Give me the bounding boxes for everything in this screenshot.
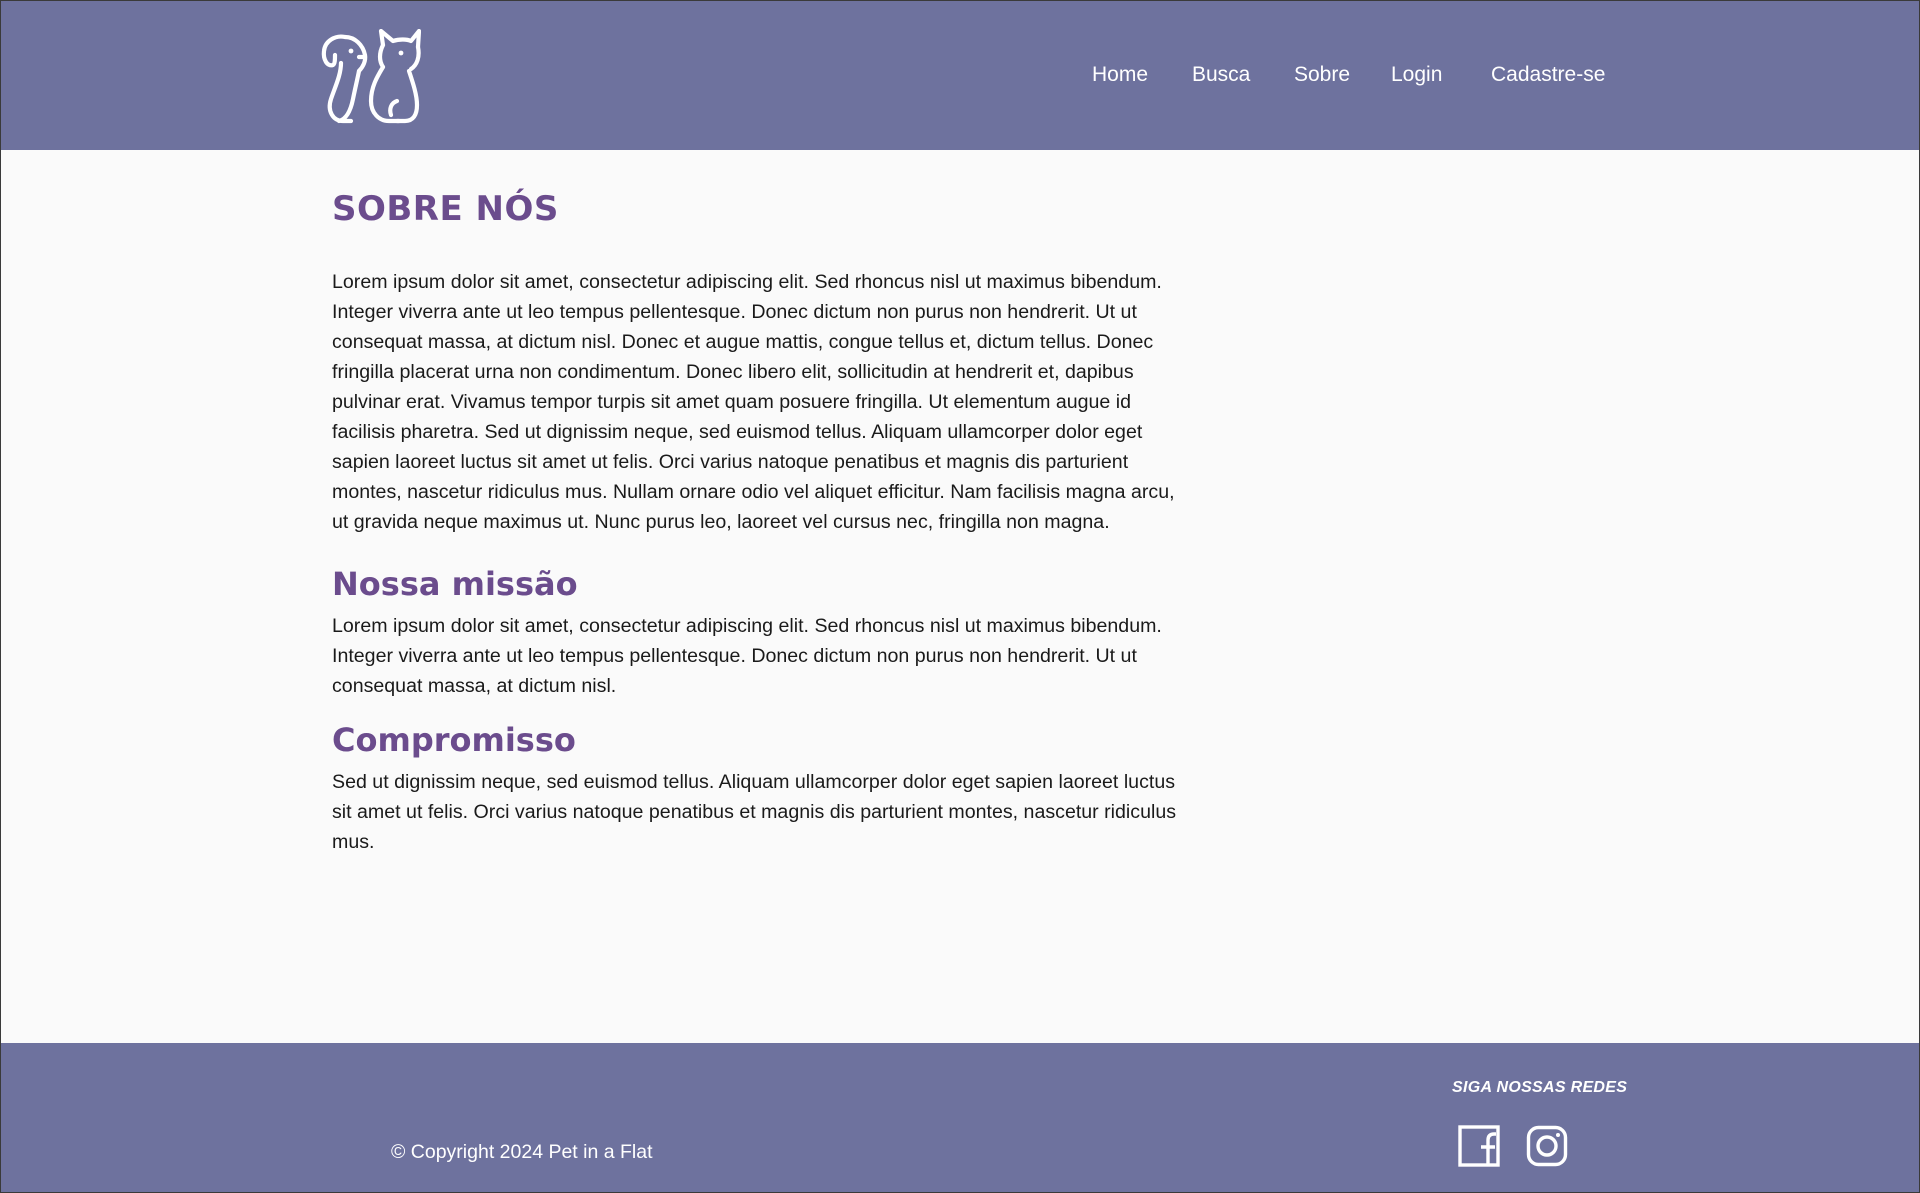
commitment-heading: Compromisso	[332, 721, 576, 759]
main-nav: Home Busca Sobre Login Cadastre-se	[1, 63, 1919, 93]
intro-paragraph: Lorem ipsum dolor sit amet, consectetur …	[332, 271, 1175, 533]
mission-paragraph: Lorem ipsum dolor sit amet, consectetur …	[332, 615, 1162, 697]
nav-home-link[interactable]: Home	[1092, 63, 1148, 87]
nav-sobre-link[interactable]: Sobre	[1294, 63, 1350, 87]
follow-label: SIGA NOSSAS REDES	[1452, 1079, 1628, 1096]
facebook-icon	[1458, 1125, 1500, 1167]
commitment-paragraph: Sed ut dignissim neque, sed euismod tell…	[332, 771, 1177, 853]
instagram-link[interactable]	[1526, 1125, 1568, 1167]
about-content: SOBRE NÓS Lorem ipsum dolor sit amet, co…	[332, 187, 1182, 857]
nav-busca-link[interactable]: Busca	[1192, 63, 1250, 87]
site-footer: © Copyright 2024 Pet in a Flat SIGA NOSS…	[1, 1043, 1919, 1192]
facebook-link[interactable]	[1458, 1125, 1500, 1167]
page-title: SOBRE NÓS	[332, 189, 559, 229]
site-header: Home Busca Sobre Login Cadastre-se	[1, 1, 1919, 150]
nav-cadastre-se-link[interactable]: Cadastre-se	[1491, 63, 1605, 87]
nav-login-link[interactable]: Login	[1391, 63, 1442, 87]
page: Home Busca Sobre Login Cadastre-se SOBRE…	[0, 0, 1920, 1193]
copyright-text: © Copyright 2024 Pet in a Flat	[391, 1141, 653, 1163]
mission-heading: Nossa missão	[332, 565, 578, 603]
instagram-icon	[1526, 1125, 1568, 1167]
